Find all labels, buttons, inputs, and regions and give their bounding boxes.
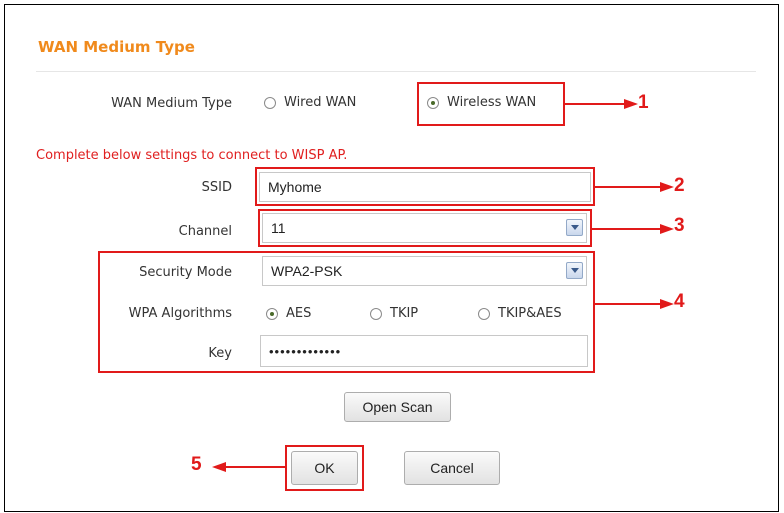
channel-label: Channel xyxy=(178,224,232,239)
radio-icon xyxy=(264,96,276,109)
callout-arrow-2 xyxy=(595,186,667,188)
arrowhead-right-icon xyxy=(624,99,638,109)
cancel-button[interactable]: Cancel xyxy=(404,451,500,485)
callout-arrow-1 xyxy=(565,103,631,105)
callout-number-2: 2 xyxy=(674,175,685,196)
open-scan-button[interactable]: Open Scan xyxy=(344,392,451,422)
ssid-label: SSID xyxy=(201,180,232,195)
callout-number-4: 4 xyxy=(674,291,685,312)
callout-number-3: 3 xyxy=(674,215,685,236)
arrowhead-right-icon xyxy=(660,224,674,234)
arrowhead-left-icon xyxy=(212,462,226,472)
callout-number-1: 1 xyxy=(638,92,649,113)
radio-wired-wan-label: Wired WAN xyxy=(284,95,357,110)
callout-box-1 xyxy=(417,82,565,126)
callout-number-5: 5 xyxy=(191,454,202,475)
callout-box-5 xyxy=(285,445,364,491)
callout-arrow-4 xyxy=(595,303,667,305)
callout-box-2 xyxy=(255,167,595,206)
arrowhead-right-icon xyxy=(660,299,674,309)
wisp-notice: Complete below settings to connect to WI… xyxy=(36,148,348,163)
arrowhead-right-icon xyxy=(660,182,674,192)
callout-box-3 xyxy=(258,209,592,247)
callout-arrow-5 xyxy=(222,466,285,468)
title-divider xyxy=(36,71,756,72)
callout-arrow-3 xyxy=(592,228,667,230)
wan-medium-label: WAN Medium Type xyxy=(111,96,232,111)
section-title: WAN Medium Type xyxy=(38,38,195,56)
radio-wired-wan[interactable]: Wired WAN xyxy=(264,95,356,110)
callout-box-4 xyxy=(98,251,595,373)
